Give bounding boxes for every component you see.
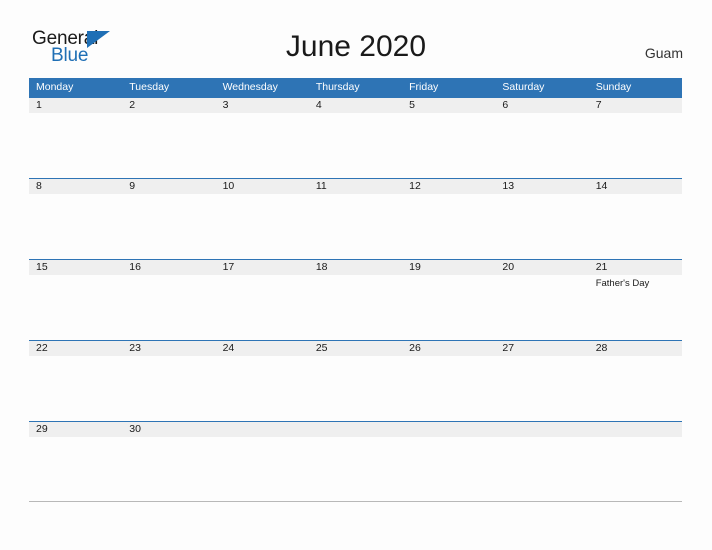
day-cell[interactable]: 5 — [402, 98, 495, 178]
day-cell[interactable]: 23 — [122, 341, 215, 421]
day-cell[interactable]: 27 — [495, 341, 588, 421]
day-number: 24 — [222, 342, 235, 354]
day-cell[interactable]: 24 — [216, 341, 309, 421]
day-number: 5 — [409, 99, 415, 111]
day-cell[interactable]: 1 — [29, 98, 122, 178]
day-cell-empty — [495, 422, 588, 502]
day-number: 18 — [315, 261, 328, 273]
day-cell-empty — [309, 422, 402, 502]
dow-tuesday: Tuesday — [129, 81, 170, 93]
day-cell[interactable]: 17 — [216, 260, 309, 340]
day-cell[interactable]: 28 — [589, 341, 682, 421]
day-cell[interactable]: 20 — [495, 260, 588, 340]
week-row: 1 2 3 4 5 6 7 — [29, 97, 682, 178]
week-row: 15 16 17 18 19 20 21 Father's Day — [29, 259, 682, 340]
dow-wednesday: Wednesday — [222, 81, 278, 93]
day-cell[interactable]: 9 — [122, 179, 215, 259]
day-cell-empty — [402, 422, 495, 502]
day-cell[interactable]: 6 — [495, 98, 588, 178]
day-number: 23 — [129, 342, 141, 354]
day-number: 8 — [36, 180, 42, 192]
day-cell[interactable]: 26 — [402, 341, 495, 421]
day-cell[interactable]: 7 — [589, 98, 682, 178]
day-number: 14 — [595, 180, 608, 192]
day-number: 3 — [222, 99, 229, 111]
day-number: 1 — [36, 99, 42, 111]
region-label: Guam — [644, 45, 683, 61]
week-row: 8 9 10 11 12 13 14 — [29, 178, 682, 259]
day-of-week-header: Monday Tuesday Wednesday Thursday Friday… — [29, 78, 682, 97]
day-cell-empty — [589, 422, 682, 502]
dow-sunday: Sunday — [595, 81, 632, 93]
day-number: 15 — [36, 261, 48, 273]
day-cell[interactable]: 15 — [29, 260, 122, 340]
day-number: 27 — [502, 342, 515, 354]
day-cell[interactable]: 21 Father's Day — [589, 260, 682, 340]
day-cell[interactable]: 3 — [216, 98, 309, 178]
page-header: General Blue June 2020 Guam — [0, 0, 712, 78]
day-number: 21 — [595, 261, 608, 273]
day-number: 20 — [502, 261, 515, 273]
day-number: 9 — [129, 180, 136, 192]
day-cell[interactable]: 18 — [309, 260, 402, 340]
day-number: 29 — [36, 423, 48, 435]
week-row: 22 23 24 25 26 27 28 — [29, 340, 682, 421]
day-number: 30 — [129, 423, 141, 435]
dow-monday: Monday — [36, 81, 74, 93]
day-cell[interactable]: 4 — [309, 98, 402, 178]
day-cell[interactable]: 25 — [309, 341, 402, 421]
day-cell-empty — [216, 422, 309, 502]
day-cell[interactable]: 11 — [309, 179, 402, 259]
day-number: 12 — [409, 180, 421, 192]
day-event: Father's Day — [595, 278, 650, 289]
calendar-page: General Blue June 2020 Guam Monday Tuesd… — [0, 0, 712, 550]
day-number: 13 — [502, 180, 515, 192]
day-number: 25 — [315, 342, 328, 354]
page-title: June 2020 — [285, 30, 427, 63]
day-cell[interactable]: 10 — [216, 179, 309, 259]
day-number: 19 — [409, 261, 421, 273]
day-cell[interactable]: 16 — [122, 260, 215, 340]
day-cell[interactable]: 14 — [589, 179, 682, 259]
day-cell[interactable]: 2 — [122, 98, 215, 178]
day-cell[interactable]: 13 — [495, 179, 588, 259]
day-number: 11 — [315, 180, 327, 192]
day-number: 16 — [129, 261, 141, 273]
day-number: 22 — [36, 342, 48, 354]
day-cell[interactable]: 19 — [402, 260, 495, 340]
day-cell[interactable]: 30 — [122, 422, 215, 502]
day-number: 7 — [595, 99, 602, 111]
day-number: 28 — [595, 342, 608, 354]
calendar-table: Monday Tuesday Wednesday Thursday Friday… — [29, 78, 682, 502]
day-cell[interactable]: 12 — [402, 179, 495, 259]
week-row: 29 30 — [29, 421, 682, 502]
day-cell[interactable]: 22 — [29, 341, 122, 421]
day-number: 26 — [409, 342, 421, 354]
day-cell[interactable]: 29 — [29, 422, 122, 502]
day-number: 6 — [502, 99, 509, 111]
day-number: 2 — [129, 99, 136, 111]
day-cell[interactable]: 8 — [29, 179, 122, 259]
dow-thursday: Thursday — [315, 81, 360, 93]
day-number: 4 — [315, 99, 322, 111]
dow-friday: Friday — [409, 81, 439, 93]
day-number: 17 — [222, 261, 235, 273]
day-number: 10 — [222, 180, 235, 192]
dow-saturday: Saturday — [502, 81, 545, 93]
